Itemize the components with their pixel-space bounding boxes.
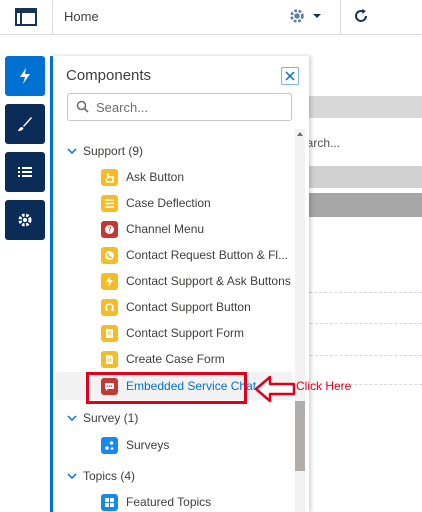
headset-icon (101, 298, 118, 316)
components-tab-button[interactable] (5, 56, 45, 96)
scroll-up-button[interactable] (295, 129, 305, 139)
close-icon (285, 71, 295, 81)
canvas-dashed-line (300, 355, 422, 356)
search-icon (76, 100, 89, 113)
section-label: Support (9) (83, 144, 144, 158)
question-icon: ? (101, 220, 118, 238)
component-label: Contact Support & Ask Buttons (126, 274, 291, 288)
search-input[interactable] (94, 97, 288, 117)
component-create-case-form[interactable]: Create Case Form (101, 349, 291, 369)
component-featured-topics[interactable]: Featured Topics (101, 492, 291, 512)
topbar-divider (340, 0, 341, 34)
lightning-icon (20, 68, 30, 84)
panel-title: Components (66, 67, 152, 84)
survey-icon (101, 436, 118, 454)
canvas-dashed-line (300, 323, 422, 324)
canvas-band (292, 166, 422, 188)
gear-icon (18, 213, 32, 227)
component-label: Channel Menu (126, 222, 205, 236)
layout-icon (15, 8, 37, 26)
component-search-box[interactable] (67, 93, 292, 121)
chevron-down-icon (67, 473, 77, 480)
section-support[interactable]: Support (9) (67, 142, 143, 160)
scrollbar-thumb[interactable] (295, 401, 305, 471)
highlight-box (86, 372, 247, 404)
document-icon (101, 350, 118, 368)
component-label: Create Case Form (126, 352, 225, 366)
component-case-deflection[interactable]: Case Deflection (101, 193, 291, 213)
phone-icon (101, 246, 118, 264)
svg-text:?: ? (107, 225, 111, 234)
component-label: Contact Request Button & Fl... (126, 248, 289, 262)
hand-pointer-icon (101, 168, 118, 186)
click-here-annotation: Click Here (296, 379, 352, 393)
layout-button[interactable] (0, 0, 53, 34)
section-label: Topics (4) (83, 469, 136, 483)
builder-left-rail (0, 56, 50, 512)
refresh-icon (355, 9, 367, 22)
component-contact-request-button[interactable]: Contact Request Button & Fl... (101, 245, 291, 265)
components-panel: Components Support (9) Ask Button Case D… (50, 56, 309, 512)
component-label: Featured Topics (126, 495, 212, 509)
close-panel-button[interactable] (281, 67, 299, 85)
component-contact-support-form[interactable]: Contact Support Form (101, 323, 291, 343)
page-structure-tab-button[interactable] (5, 152, 45, 192)
canvas-header-band (292, 96, 422, 118)
list-icon (18, 167, 32, 177)
component-label: Case Deflection (126, 196, 211, 210)
component-channel-menu[interactable]: ? Channel Menu (101, 219, 291, 239)
canvas-dark-band (292, 193, 422, 217)
theme-tab-button[interactable] (5, 104, 45, 144)
page-name[interactable]: Home (64, 9, 99, 24)
arrow-left-icon (254, 375, 296, 403)
form-icon (101, 324, 118, 342)
section-label: Survey (1) (83, 411, 139, 425)
component-label: Ask Button (126, 170, 185, 184)
list-icon (101, 194, 118, 212)
chevron-down-icon (67, 415, 77, 422)
caret-down-icon (313, 14, 321, 18)
paintbrush-icon (18, 117, 32, 131)
chevron-down-icon (67, 148, 77, 155)
refresh-button[interactable] (350, 5, 372, 27)
component-label: Surveys (126, 438, 170, 452)
component-label: Contact Support Form (126, 326, 245, 340)
component-contact-support-ask-buttons[interactable]: Contact Support & Ask Buttons (101, 271, 291, 291)
grid-icon (101, 493, 118, 511)
component-contact-support-button[interactable]: Contact Support Button (101, 297, 291, 317)
page-settings-button[interactable] (288, 4, 338, 28)
settings-tab-button[interactable] (5, 200, 45, 240)
gear-icon (290, 9, 304, 23)
component-ask-button[interactable]: Ask Button (101, 167, 291, 187)
section-topics[interactable]: Topics (4) (67, 467, 135, 485)
component-label: Contact Support Button (126, 300, 251, 314)
top-bar: Home (0, 0, 422, 35)
lightning-icon (101, 272, 118, 290)
scroll-up-icon (297, 132, 303, 136)
section-survey[interactable]: Survey (1) (67, 409, 138, 427)
component-surveys[interactable]: Surveys (101, 435, 291, 455)
